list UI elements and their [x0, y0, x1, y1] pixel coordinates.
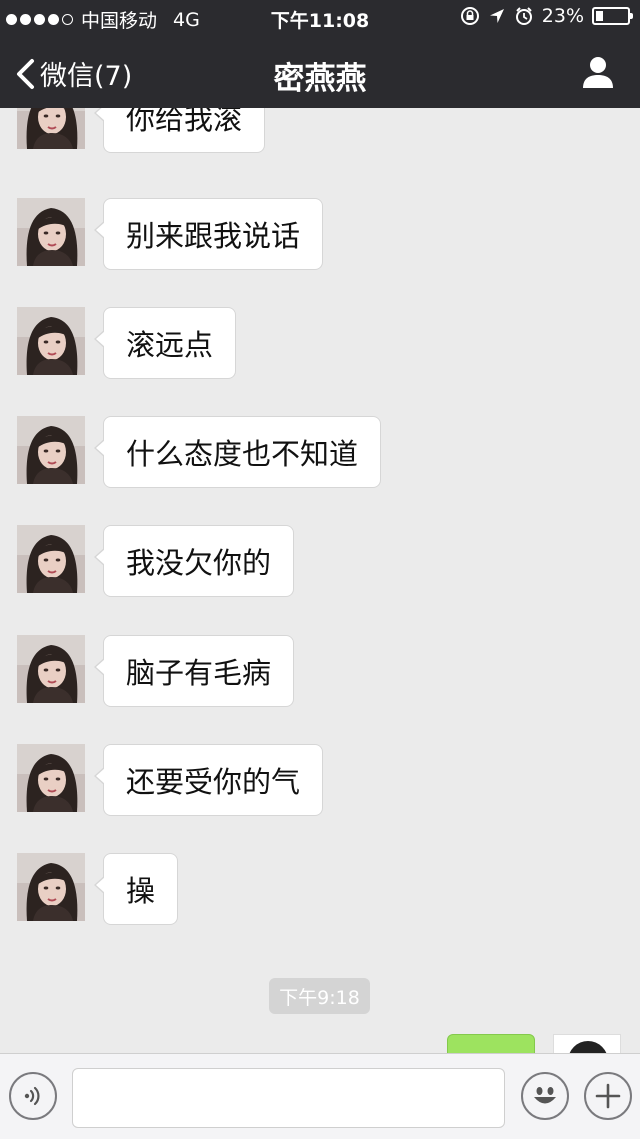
message-row: 我没欠你的 — [17, 525, 617, 597]
plus-icon — [595, 1083, 621, 1109]
message-bubble[interactable]: 我没欠你的 — [93, 525, 295, 597]
message-bubble[interactable]: 还要受你的气 — [93, 744, 324, 816]
input-toolbar — [0, 1053, 640, 1139]
person-icon[interactable] — [580, 54, 616, 90]
contact-avatar[interactable] — [17, 635, 85, 703]
alarm-icon — [515, 7, 532, 25]
avatar-image — [17, 416, 85, 484]
avatar-image — [17, 525, 85, 593]
sent-message-bubble[interactable] — [447, 1034, 535, 1053]
avatar-image — [17, 853, 85, 921]
avatar-image — [17, 744, 85, 812]
message-bubble[interactable]: 操 — [93, 853, 179, 925]
message-input[interactable] — [72, 1068, 505, 1128]
status-bar: 中国移动 4G 下午11:08 23% — [0, 0, 640, 36]
message-row: 什么态度也不知道 — [17, 416, 617, 488]
voice-button[interactable] — [9, 1072, 57, 1120]
message-row: 操 — [17, 853, 617, 925]
avatar-image — [17, 198, 85, 266]
my-avatar[interactable] — [553, 1034, 621, 1053]
message-bubble[interactable]: 什么态度也不知道 — [93, 416, 382, 488]
message-row: 滚远点 — [17, 307, 617, 379]
message-bubble[interactable]: 滚远点 — [93, 307, 237, 379]
message-row: 别来跟我说话 — [17, 198, 617, 270]
contact-avatar[interactable] — [17, 108, 85, 149]
battery-percent: 23% — [541, 5, 584, 27]
contact-avatar[interactable] — [17, 744, 85, 812]
chat-title: 密燕燕 — [273, 61, 367, 97]
contact-avatar[interactable] — [17, 525, 85, 593]
contact-avatar[interactable] — [17, 307, 85, 375]
nav-bar: 微信(7) 密燕燕 — [0, 36, 640, 108]
message-row: 你给我滚 — [17, 108, 617, 153]
message-row: 还要受你的气 — [17, 744, 617, 816]
contact-avatar[interactable] — [17, 853, 85, 921]
message-timestamp: 下午9:18 — [269, 978, 370, 1014]
contact-avatar[interactable] — [17, 416, 85, 484]
voice-icon — [24, 1086, 40, 1106]
contact-avatar[interactable] — [17, 198, 85, 266]
location-arrow-icon — [489, 9, 504, 23]
message-row: 脑子有毛病 — [17, 635, 617, 707]
avatar-image — [17, 307, 85, 375]
more-button[interactable] — [584, 1072, 632, 1120]
avatar-image — [17, 108, 85, 149]
rotation-lock-icon — [460, 7, 479, 25]
message-bubble[interactable]: 别来跟我说话 — [93, 198, 324, 270]
message-list[interactable]: 你给我滚 别来跟我说话 滚远点 什么态度也不知道 我没欠你的 脑子有毛病 还要受… — [0, 108, 640, 1053]
avatar-image — [17, 635, 85, 703]
emoji-icon — [534, 1087, 556, 1104]
battery-icon — [592, 7, 633, 25]
message-bubble[interactable]: 脑子有毛病 — [93, 635, 295, 707]
emoji-button[interactable] — [521, 1072, 569, 1120]
message-bubble[interactable]: 你给我滚 — [93, 108, 266, 153]
